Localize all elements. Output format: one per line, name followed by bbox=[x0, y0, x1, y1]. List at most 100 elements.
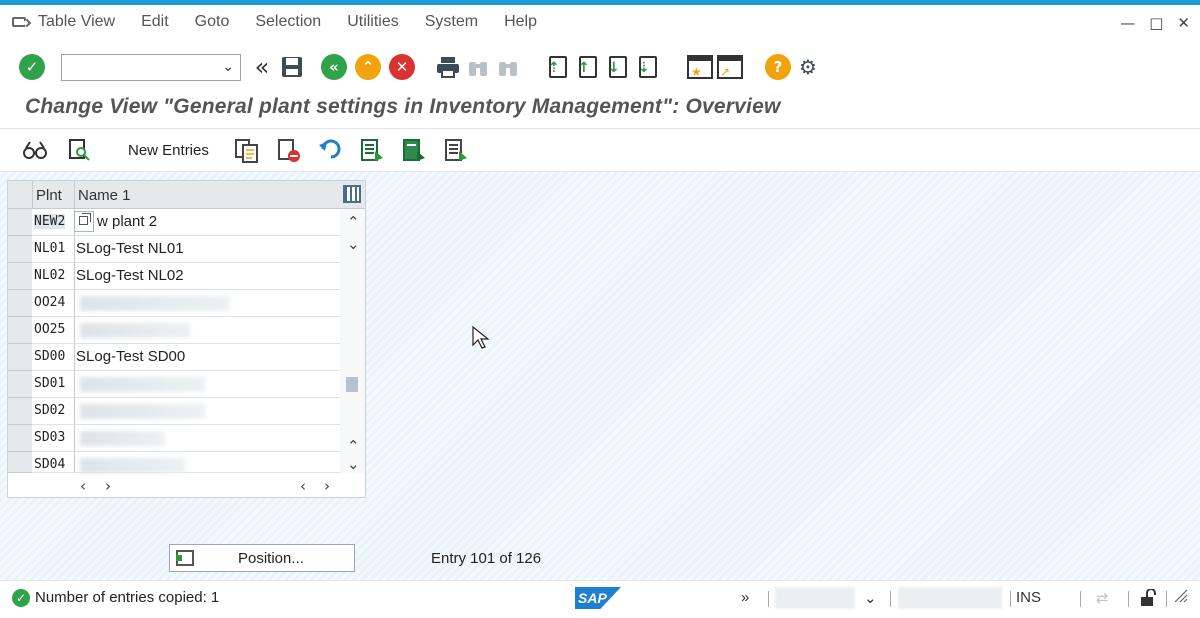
scroll-left-icon[interactable]: ‹ bbox=[300, 477, 306, 495]
menu-utilities[interactable]: Utilities bbox=[347, 13, 399, 31]
settings-gear-icon[interactable]: ⚙ bbox=[793, 52, 823, 82]
row-selector[interactable] bbox=[8, 236, 32, 263]
scroll-up-icon[interactable]: ⌃ bbox=[347, 213, 360, 231]
row-selector[interactable] bbox=[8, 344, 32, 371]
position-button-label: Position... bbox=[238, 549, 304, 567]
table-row[interactable]: SD02 bbox=[32, 398, 340, 425]
previous-page-icon[interactable]: ↑ bbox=[573, 52, 603, 82]
details-icon[interactable] bbox=[64, 135, 94, 165]
select-all-icon[interactable] bbox=[360, 139, 383, 161]
cell-plnt[interactable]: SD04 bbox=[34, 457, 65, 472]
unlock-icon[interactable] bbox=[1139, 588, 1157, 611]
column-header-name[interactable]: Name 1 bbox=[78, 187, 131, 204]
row-selector[interactable] bbox=[8, 452, 32, 473]
row-selector[interactable] bbox=[8, 317, 32, 344]
scroll-right-icon[interactable]: › bbox=[324, 477, 330, 495]
chevron-down-icon[interactable]: ⌄ bbox=[222, 58, 234, 75]
table-row[interactable]: SD01 bbox=[32, 371, 340, 398]
row-selector[interactable] bbox=[8, 425, 32, 452]
menu-goto[interactable]: Goto bbox=[195, 13, 230, 31]
cell-plnt[interactable]: OO25 bbox=[34, 322, 65, 337]
command-field[interactable]: ⌄ bbox=[61, 53, 241, 81]
insert-mode[interactable]: INS bbox=[1016, 589, 1041, 606]
next-page-icon[interactable]: ↓ bbox=[603, 52, 633, 82]
cell-plnt[interactable]: SD03 bbox=[34, 430, 65, 445]
table-row[interactable]: SD03 bbox=[32, 425, 340, 452]
status-separator bbox=[1080, 591, 1081, 607]
first-page-icon[interactable]: ⇡ bbox=[543, 52, 573, 82]
position-icon bbox=[176, 550, 194, 566]
help-icon[interactable]: ? bbox=[765, 54, 791, 80]
menu-help[interactable]: Help bbox=[504, 13, 537, 31]
back-icon[interactable]: « bbox=[321, 54, 347, 80]
cancel-icon[interactable]: ✕ bbox=[389, 54, 415, 80]
horizontal-scrollbar: ‹ › ‹ › bbox=[8, 473, 365, 499]
copy-as-icon[interactable] bbox=[234, 139, 258, 163]
scroll-down-icon[interactable]: ⌄ bbox=[347, 455, 360, 473]
connection-icon: ⇄ bbox=[1096, 589, 1109, 607]
table-row[interactable]: OO24 bbox=[32, 290, 340, 317]
cell-name[interactable]: SLog-Test SD00 bbox=[76, 348, 185, 365]
last-page-icon[interactable]: ⇣ bbox=[633, 52, 663, 82]
table-row[interactable]: SD00 SLog-Test SD00 bbox=[32, 344, 340, 371]
save-icon[interactable] bbox=[277, 52, 307, 82]
new-entries-button[interactable]: New Entries bbox=[128, 142, 209, 159]
cell-plnt[interactable]: NEW2 bbox=[34, 214, 66, 229]
menu-system[interactable]: System bbox=[425, 13, 478, 31]
resize-grip-icon[interactable] bbox=[1174, 589, 1188, 607]
cell-plnt[interactable]: SD00 bbox=[34, 349, 65, 364]
cell-plnt[interactable]: SD01 bbox=[34, 376, 65, 391]
display-change-glasses-icon[interactable] bbox=[20, 135, 50, 165]
close-icon[interactable]: ✕ bbox=[1177, 14, 1190, 32]
cell-plnt[interactable]: NL01 bbox=[34, 241, 65, 256]
row-selector[interactable] bbox=[8, 263, 32, 290]
table-row[interactable]: NL01 SLog-Test NL01 bbox=[32, 236, 340, 263]
print-icon[interactable] bbox=[433, 52, 463, 82]
status-separator bbox=[1166, 591, 1167, 607]
status-message[interactable]: Number of entries copied: 1 bbox=[35, 589, 219, 606]
menu-table-view[interactable]: Table View bbox=[38, 13, 115, 31]
exit-icon[interactable]: ⌃ bbox=[355, 54, 381, 80]
status-separator bbox=[890, 591, 891, 607]
scroll-up-icon[interactable]: ⌃ bbox=[347, 437, 360, 455]
cell-plnt[interactable]: OO24 bbox=[34, 295, 65, 310]
create-session-icon[interactable]: ★ bbox=[685, 52, 715, 82]
cell-name[interactable]: SLog-Test NL02 bbox=[76, 267, 184, 284]
content-area: Plnt Name 1 NEW2 w plant 2 NL01 SLog-Tes… bbox=[0, 172, 1200, 580]
row-selector[interactable] bbox=[8, 371, 32, 398]
menu-selection[interactable]: Selection bbox=[255, 13, 321, 31]
select-block-icon[interactable] bbox=[402, 139, 425, 161]
row-selector[interactable] bbox=[8, 290, 32, 317]
table-settings-icon[interactable] bbox=[343, 185, 361, 203]
cell-name[interactable]: w plant 2 bbox=[97, 213, 157, 230]
delete-icon[interactable] bbox=[277, 139, 300, 162]
table-row[interactable]: SD04 bbox=[32, 452, 340, 473]
row-selector[interactable] bbox=[8, 398, 32, 425]
entry-counter: Entry 101 of 126 bbox=[431, 550, 542, 567]
cell-plnt[interactable]: SD02 bbox=[34, 403, 65, 418]
deselect-all-icon[interactable] bbox=[444, 139, 467, 161]
cell-name[interactable]: SLog-Test NL01 bbox=[76, 240, 184, 257]
undo-icon[interactable] bbox=[318, 139, 341, 161]
cell-plnt[interactable]: NL02 bbox=[34, 268, 65, 283]
vertical-scrollbar[interactable]: ⌃ ⌄ ⌃ ⌄ bbox=[340, 209, 365, 473]
scroll-right-icon[interactable]: › bbox=[105, 477, 111, 495]
position-button[interactable]: Position... bbox=[169, 544, 355, 572]
system-dropdown-icon[interactable]: ⌄ bbox=[864, 589, 877, 607]
menu-exit-icon[interactable] bbox=[12, 15, 32, 29]
generate-shortcut-icon[interactable]: ↗ bbox=[715, 52, 745, 82]
minimize-icon[interactable]: — bbox=[1120, 14, 1135, 32]
enter-check-icon[interactable]: ✓ bbox=[19, 54, 45, 80]
table-row[interactable]: NL02 SLog-Test NL02 bbox=[32, 263, 340, 290]
scroll-left-icon[interactable]: ‹ bbox=[80, 477, 86, 495]
table-row[interactable]: OO25 bbox=[32, 317, 340, 344]
row-selector[interactable] bbox=[8, 209, 32, 236]
menu-edit[interactable]: Edit bbox=[141, 13, 169, 31]
table-row[interactable]: NEW2 w plant 2 bbox=[32, 209, 340, 236]
maximize-icon[interactable]: □ bbox=[1149, 14, 1163, 32]
scroll-thumb[interactable] bbox=[346, 377, 358, 392]
column-header-plnt[interactable]: Plnt bbox=[36, 187, 62, 204]
double-left-chevron-icon[interactable]: « bbox=[247, 52, 277, 82]
scroll-down-icon[interactable]: ⌄ bbox=[347, 235, 360, 253]
status-expand-icon[interactable]: » bbox=[741, 589, 749, 606]
